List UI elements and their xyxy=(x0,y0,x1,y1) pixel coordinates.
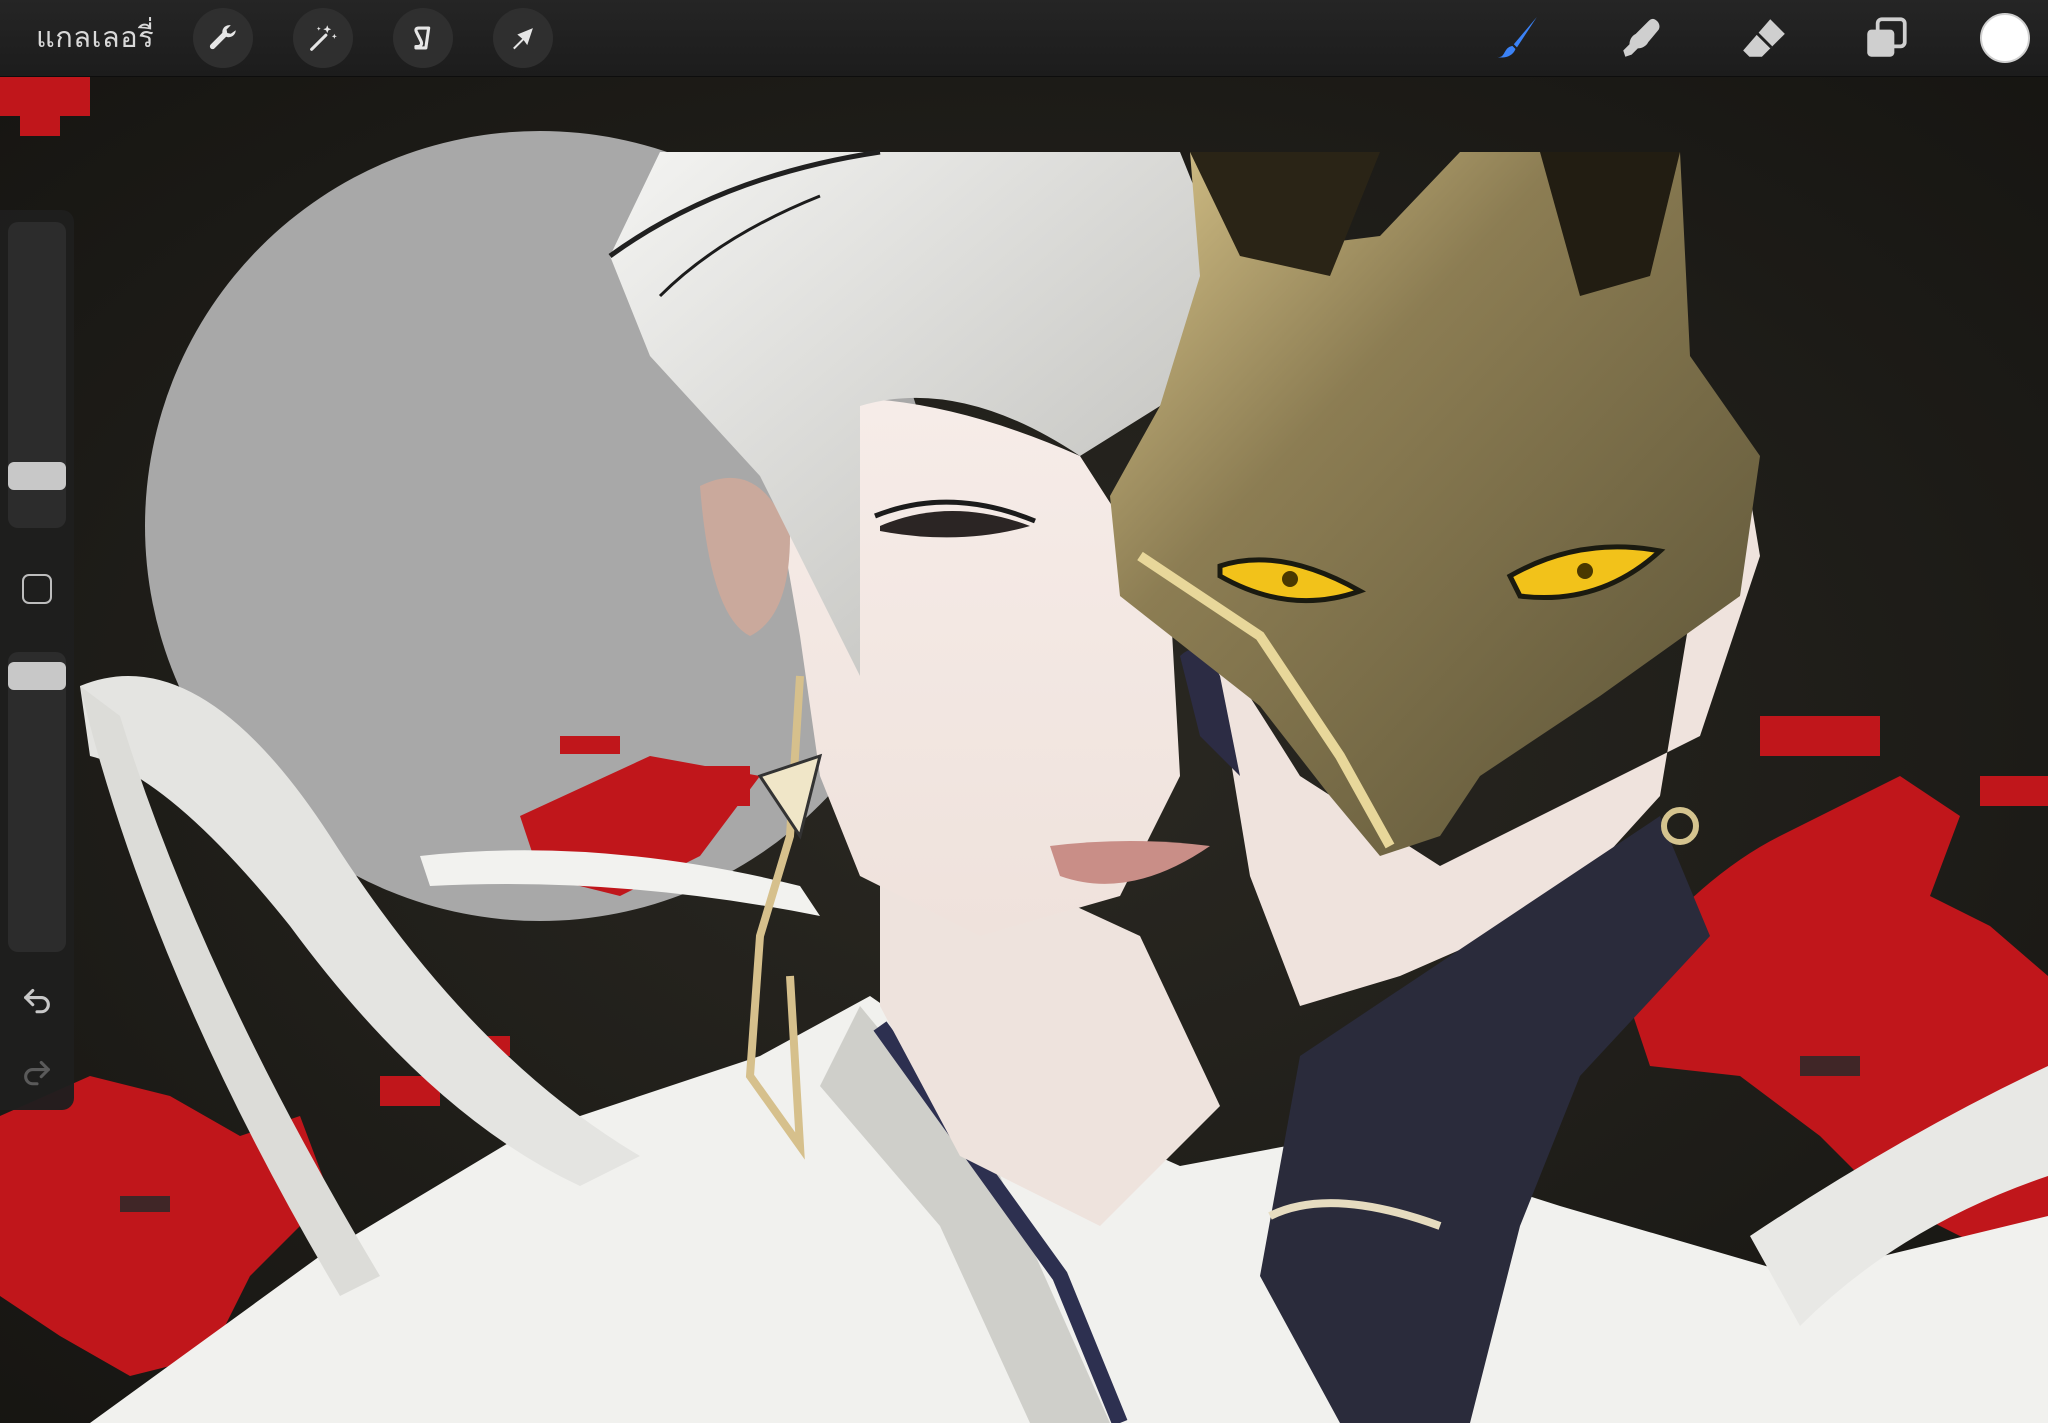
redo-arrow-icon xyxy=(24,1060,50,1086)
layers-icon xyxy=(1867,17,1907,57)
smudge-tool-button[interactable] xyxy=(1614,10,1670,66)
arrow-cursor-icon xyxy=(513,28,533,50)
layers-button[interactable] xyxy=(1858,10,1914,66)
actions-button[interactable] xyxy=(193,8,253,68)
brush-icon xyxy=(1497,17,1537,58)
adjustments-button[interactable] xyxy=(293,8,353,68)
opacity-handle[interactable] xyxy=(8,662,66,690)
brush-size-slider[interactable] xyxy=(8,222,66,528)
selection-s-icon xyxy=(414,26,431,50)
gallery-button[interactable]: แกลเลอรี่ xyxy=(36,14,154,60)
undo-button[interactable] xyxy=(16,978,58,1020)
wrench-icon xyxy=(209,25,236,50)
selection-button[interactable] xyxy=(393,8,453,68)
opacity-slider[interactable] xyxy=(8,652,66,952)
transform-button[interactable] xyxy=(493,8,553,68)
color-picker-swatch[interactable] xyxy=(1980,13,2030,63)
left-sidebar xyxy=(0,210,74,1110)
modify-button[interactable] xyxy=(22,574,52,604)
eraser-icon xyxy=(1743,19,1785,57)
smudge-finger-icon xyxy=(1623,18,1660,57)
brush-size-handle[interactable] xyxy=(8,462,66,490)
artwork xyxy=(0,76,2048,1423)
drawing-canvas[interactable] xyxy=(0,76,2048,1423)
redo-button[interactable] xyxy=(16,1050,58,1092)
erase-tool-button[interactable] xyxy=(1736,10,1792,66)
top-toolbar: แกลเลอรี่ xyxy=(0,0,2048,77)
magic-wand-icon xyxy=(310,25,337,51)
undo-arrow-icon xyxy=(24,988,50,1014)
paint-tool-button[interactable] xyxy=(1490,10,1546,66)
